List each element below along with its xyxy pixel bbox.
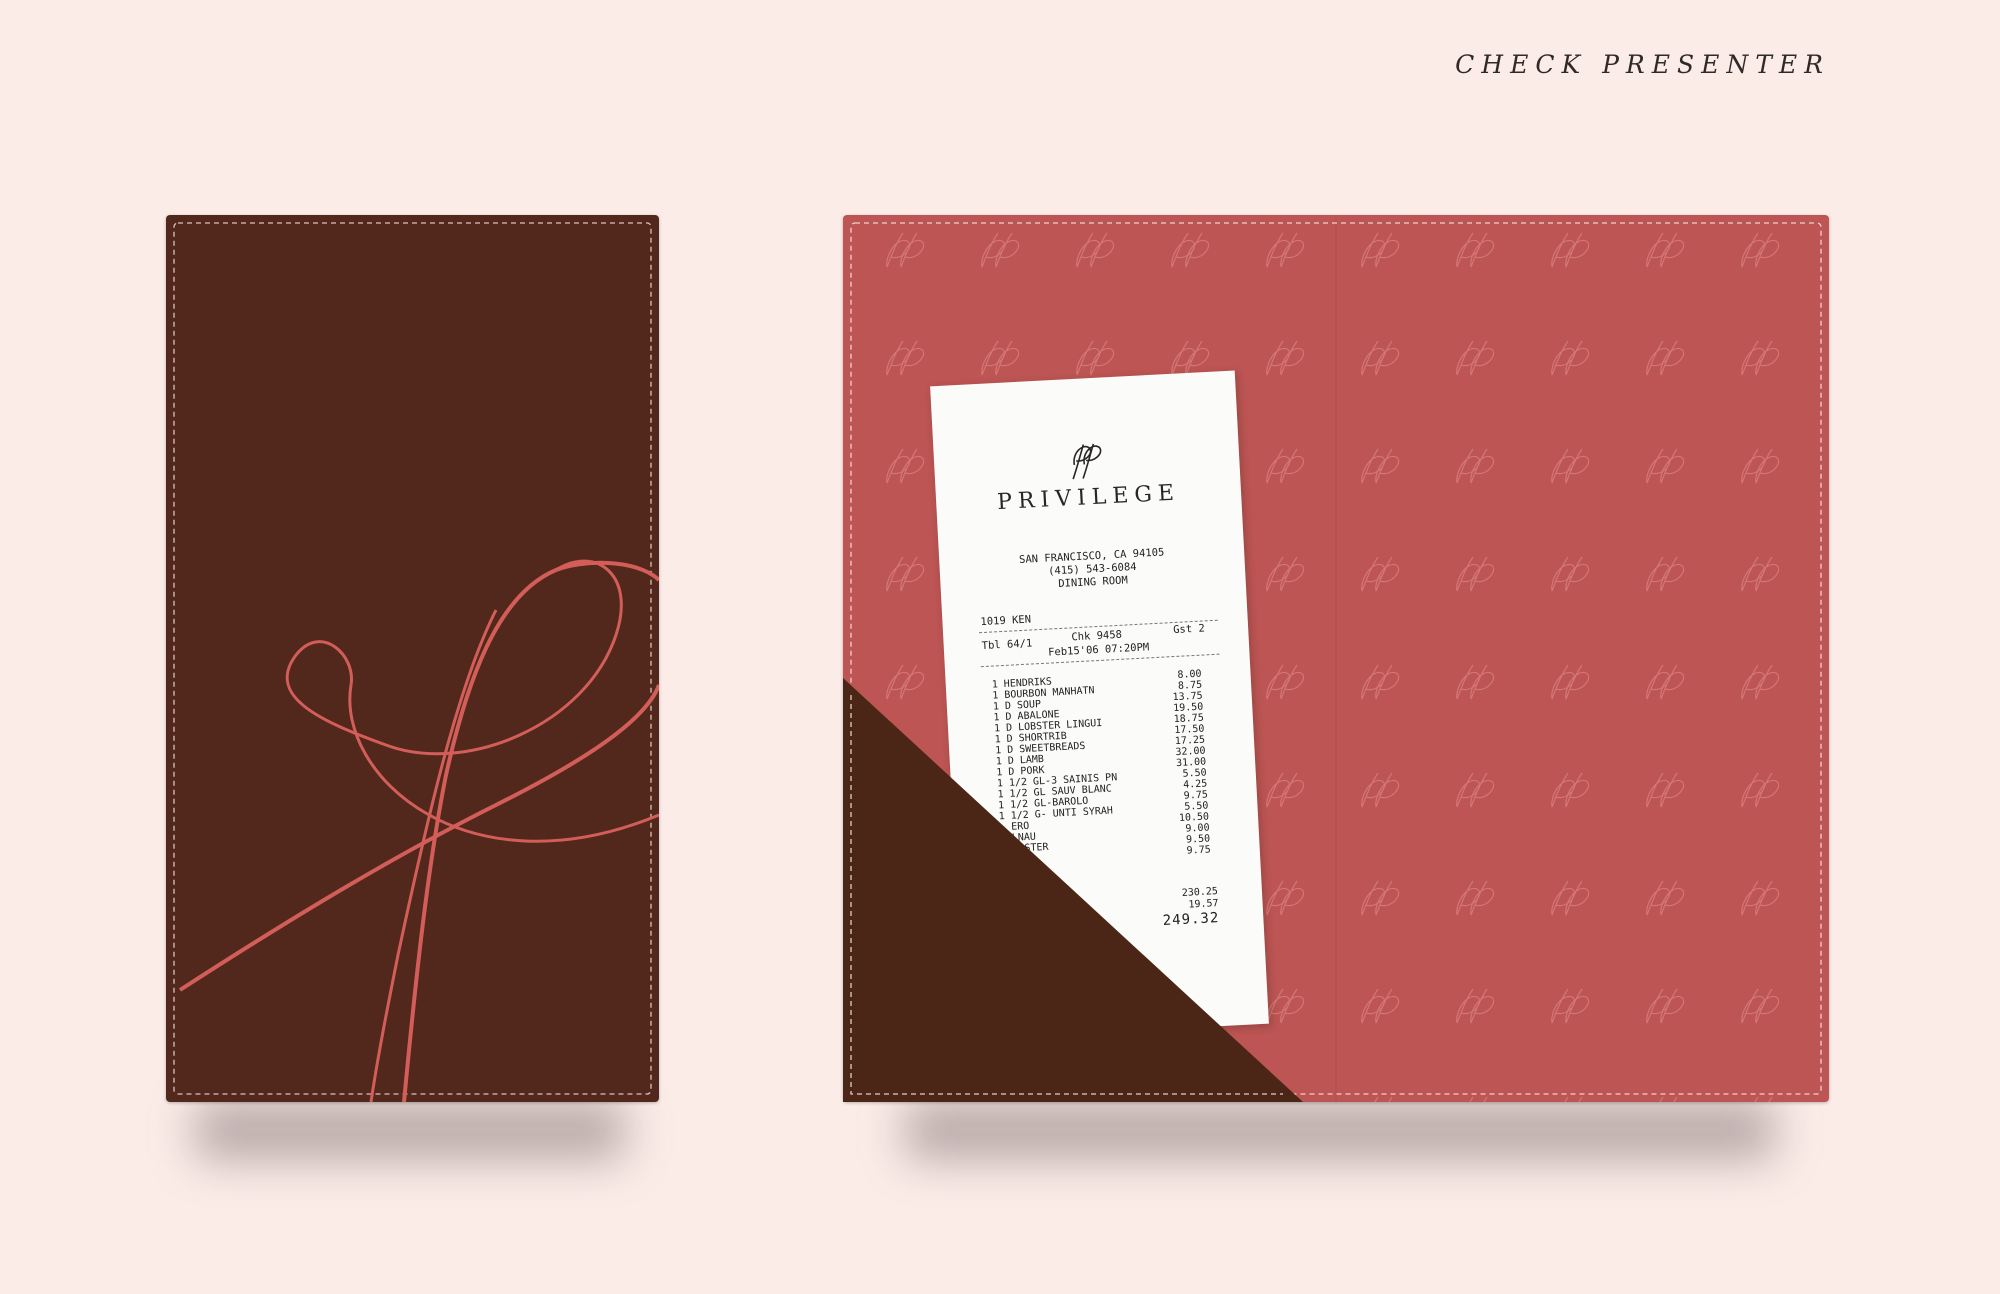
receipt-guests: Gst 2 <box>1172 622 1206 637</box>
receipt-subtotal: 230.25 <box>1181 886 1219 899</box>
receipt-item-qty: 1 <box>996 767 1003 779</box>
receipt: PRIVILEGE SAN FRANCISCO, CA 94105 (415) … <box>930 370 1269 1040</box>
receipt-tax: 19.57 <box>1188 898 1219 911</box>
receipt-item-qty: 1 <box>992 690 999 702</box>
receipt-item-qty: 1 <box>998 811 1006 823</box>
receipt-item-qty: 1 <box>993 712 1000 724</box>
receipt-item-qty: 1 <box>996 778 1004 790</box>
receipt-server: 1019 KEN <box>980 613 1032 629</box>
receipt-item-qty: 1 <box>995 756 1003 768</box>
receipt-item-price: 9.75 <box>1186 844 1212 857</box>
receipt-check-number: Chk 9458 <box>1071 628 1123 644</box>
receipt-item-qty: 1 <box>992 701 1000 713</box>
receipt-item-qty: 1 <box>991 679 999 691</box>
receipt-total: 249.32 <box>1162 910 1220 929</box>
receipt-item-qty: 1 <box>993 723 1001 735</box>
receipt-item-qty: 1 <box>997 800 1005 812</box>
cover-shadow <box>195 1100 625 1160</box>
receipt-item-qty: 1 <box>997 789 1004 801</box>
receipt-item-qty: 1 <box>994 734 1002 746</box>
open-presenter-shadow <box>905 1100 1775 1160</box>
page-heading: CHECK PRESENTER <box>1455 50 1830 79</box>
cover-leather <box>166 215 659 1102</box>
receipt-table: Tbl 64/1 <box>981 637 1033 653</box>
closed-check-presenter <box>166 215 659 1102</box>
pp-monogram-icon <box>1072 443 1102 480</box>
receipt-item-qty: 1 <box>994 745 1002 757</box>
receipt-datetime: Feb15'06 07:20PM <box>1047 641 1150 659</box>
receipt-restaurant-name: PRIVILEGE <box>996 480 1181 516</box>
